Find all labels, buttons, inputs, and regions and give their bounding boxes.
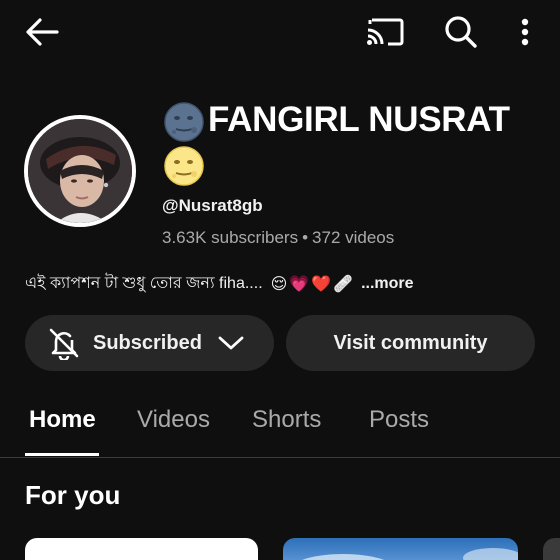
- visit-community-button[interactable]: Visit community: [286, 315, 535, 371]
- channel-name: FANGIRL NUSRAT: [208, 100, 510, 139]
- more-vertical-icon: [521, 18, 529, 46]
- new-moon-face-emoji: [164, 102, 204, 147]
- cast-button[interactable]: [362, 12, 408, 52]
- video-count: 372 videos: [312, 228, 395, 247]
- visit-community-label: Visit community: [333, 331, 488, 354]
- description-emojis: 😌 💗 ❤️ 🩹: [271, 274, 353, 294]
- pink-heart-emoji: 💗: [289, 275, 310, 293]
- more-options-button[interactable]: [510, 12, 540, 52]
- relieved-face-emoji: 😌: [270, 275, 288, 293]
- active-tab-indicator: [25, 453, 99, 456]
- channel-handle: @Nusrat8gb: [162, 196, 263, 215]
- channel-tabs: Home Videos Shorts Posts: [0, 398, 560, 458]
- thumbnail-image: [301, 548, 518, 560]
- subscribed-button[interactable]: Subscribed: [25, 315, 274, 371]
- cast-icon: [367, 18, 404, 46]
- arrow-left-icon: [26, 18, 59, 46]
- tab-videos[interactable]: Videos: [137, 406, 210, 434]
- bandage-emoji: 🩹: [333, 275, 354, 293]
- tab-shorts[interactable]: Shorts: [252, 406, 321, 434]
- search-icon: [445, 16, 477, 48]
- tab-posts[interactable]: Posts: [369, 406, 429, 434]
- tab-home[interactable]: Home: [29, 406, 96, 434]
- section-title: For you: [25, 480, 121, 510]
- description-more-link[interactable]: ...more: [361, 275, 413, 293]
- subscribed-label: Subscribed: [93, 331, 202, 354]
- video-card[interactable]: [543, 538, 560, 560]
- channel-description[interactable]: এই ক্যাপশন টা শুধু তোর জন্য fiha.... 😌 💗…: [25, 270, 414, 297]
- chevron-down-icon: [218, 335, 244, 351]
- channel-stats: 3.63K subscribers • 372 videos: [162, 228, 394, 248]
- video-card[interactable]: [25, 538, 258, 560]
- full-moon-face-emoji: [164, 146, 204, 191]
- bell-off-icon: [47, 326, 81, 360]
- channel-avatar[interactable]: [24, 115, 136, 227]
- stats-separator: •: [302, 228, 309, 247]
- subscriber-count: 3.63K subscribers: [162, 228, 299, 247]
- video-card[interactable]: [283, 538, 518, 560]
- back-button[interactable]: [22, 14, 62, 50]
- profile-photo-icon: [28, 119, 132, 223]
- search-button[interactable]: [440, 12, 482, 52]
- top-app-bar: [0, 0, 560, 64]
- red-heart-emoji: ❤️: [311, 275, 332, 293]
- description-text: এই ক্যাপশন টা শুধু তোর জন্য fiha....: [25, 275, 263, 292]
